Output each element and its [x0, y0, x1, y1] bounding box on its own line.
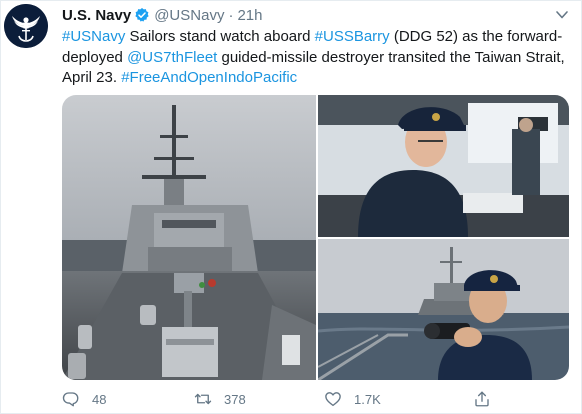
- chevron-down-icon[interactable]: [555, 9, 569, 21]
- user-handle[interactable]: @USNavy: [154, 7, 224, 24]
- sailor-console-photo[interactable]: [318, 95, 569, 237]
- share-icon: [475, 391, 489, 407]
- reply-button[interactable]: 48: [62, 389, 106, 409]
- reply-icon: [62, 392, 79, 407]
- verified-badge-icon: [135, 8, 149, 22]
- tweet-text-segment: Sailors stand watch aboard: [125, 28, 315, 45]
- hashtag-link[interactable]: #USNavy: [62, 28, 125, 45]
- sailor-binoculars-photo[interactable]: [318, 239, 569, 380]
- timestamp[interactable]: 21h: [237, 7, 262, 24]
- mention-link[interactable]: @US7thFleet: [127, 49, 217, 66]
- reply-count: 48: [92, 391, 107, 407]
- separator-dot: ·: [228, 6, 234, 24]
- hashtag-link[interactable]: #USSBarry: [315, 28, 390, 45]
- like-count: 1.7K: [354, 391, 381, 407]
- media-grid: [62, 95, 569, 380]
- navy-logo-icon: [4, 4, 48, 48]
- retweet-icon: [194, 393, 212, 405]
- share-button[interactable]: [473, 389, 503, 409]
- display-name[interactable]: U.S. Navy: [62, 7, 131, 24]
- tweet-card[interactable]: U.S. Navy @USNavy · 21h #USNavy Sailors …: [0, 0, 582, 414]
- like-button[interactable]: 1.7K: [324, 389, 381, 409]
- tweet-header: U.S. Navy @USNavy · 21h: [62, 6, 262, 24]
- tweet-actions: 48 378 1.7K: [62, 389, 492, 409]
- avatar[interactable]: [4, 4, 48, 48]
- destroyer-bow-photo[interactable]: [62, 95, 316, 380]
- tweet-text: #USNavy Sailors stand watch aboard #USSB…: [62, 27, 567, 89]
- retweet-count: 378: [224, 391, 246, 407]
- hashtag-link[interactable]: #FreeAndOpenIndoPacific: [121, 69, 297, 86]
- retweet-button[interactable]: 378: [194, 389, 246, 409]
- heart-icon: [325, 392, 341, 407]
